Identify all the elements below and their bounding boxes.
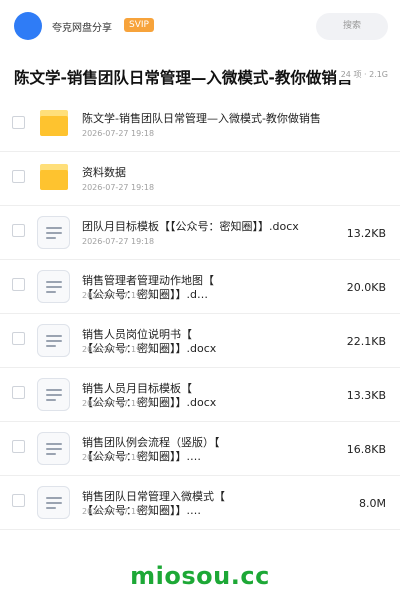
file-date: 2026-07-27 19:18 bbox=[82, 399, 155, 408]
file-list: 陈文学-销售团队日常管理—入微模式-教你做销售 2026-07-27 19:18… bbox=[0, 98, 400, 530]
page-title: 陈文学-销售团队日常管理—入微模式-教你做销售 bbox=[14, 69, 353, 87]
file-size: 8.0M bbox=[359, 497, 386, 510]
folder-title-row: 陈文学-销售团队日常管理—入微模式-教你做销售 24 项 · 2.1G bbox=[0, 58, 400, 98]
file-row-6[interactable]: 销售团队例会流程（竖版）【 【公众号：密知圈】】.… 2026-07-27 19… bbox=[0, 422, 400, 476]
header: 夸克网盘分享 SVIP 搜索 bbox=[0, 0, 400, 52]
row-checkbox[interactable] bbox=[12, 494, 25, 507]
file-row-2[interactable]: 团队月目标模板【【公众号：密知圈】】.docx 2026-07-27 19:18… bbox=[0, 206, 400, 260]
row-checkbox[interactable] bbox=[12, 170, 25, 183]
file-date: 2026-07-27 19:18 bbox=[82, 291, 155, 300]
file-row-4[interactable]: 销售人员岗位说明书【 【公众号：密知圈】】.docx 2026-07-27 19… bbox=[0, 314, 400, 368]
document-icon bbox=[37, 432, 70, 465]
file-size: 22.1KB bbox=[346, 335, 386, 348]
file-row-3[interactable]: 销售管理者管理动作地图【 【公众号：密知圈】】.d… 2026-07-27 19… bbox=[0, 260, 400, 314]
file-name: 资料数据 bbox=[82, 166, 126, 179]
file-size: 20.0KB bbox=[346, 281, 386, 294]
row-checkbox[interactable] bbox=[12, 332, 25, 345]
document-icon bbox=[37, 378, 70, 411]
file-date: 2026-07-27 19:18 bbox=[82, 183, 155, 192]
file-row-5[interactable]: 销售人员月目标模板【 【公众号：密知圈】】.docx 2026-07-27 19… bbox=[0, 368, 400, 422]
row-checkbox[interactable] bbox=[12, 386, 25, 399]
watermark: miosou.cc bbox=[130, 562, 270, 590]
folder-icon bbox=[40, 164, 68, 190]
row-checkbox[interactable] bbox=[12, 440, 25, 453]
row-checkbox[interactable] bbox=[12, 116, 25, 129]
app-name: 夸克网盘分享 bbox=[52, 23, 112, 34]
document-icon bbox=[37, 324, 70, 357]
document-icon bbox=[37, 270, 70, 303]
folder-icon bbox=[40, 110, 68, 136]
file-date: 2026-07-27 19:18 bbox=[82, 129, 155, 138]
file-name: 团队月目标模板【【公众号：密知圈】】.docx bbox=[82, 220, 299, 233]
folder-meta: 24 项 · 2.1G bbox=[336, 69, 388, 80]
file-date: 2026-07-27 19:18 bbox=[82, 507, 155, 516]
file-date: 2026-07-27 19:18 bbox=[82, 237, 155, 246]
avatar[interactable] bbox=[14, 12, 42, 40]
file-size: 13.2KB bbox=[346, 227, 386, 240]
search-input[interactable]: 搜索 bbox=[316, 13, 388, 40]
file-row-0[interactable]: 陈文学-销售团队日常管理—入微模式-教你做销售 2026-07-27 19:18 bbox=[0, 98, 400, 152]
document-icon bbox=[37, 216, 70, 249]
file-size: 16.8KB bbox=[346, 443, 386, 456]
row-checkbox[interactable] bbox=[12, 278, 25, 291]
file-date: 2026-07-27 19:18 bbox=[82, 453, 155, 462]
row-checkbox[interactable] bbox=[12, 224, 25, 237]
document-icon bbox=[37, 486, 70, 519]
file-date: 2026-07-27 19:18 bbox=[82, 345, 155, 354]
file-size: 13.3KB bbox=[346, 389, 386, 402]
file-name: 陈文学-销售团队日常管理—入微模式-教你做销售 bbox=[82, 112, 321, 125]
file-row-7[interactable]: 销售团队日常管理入微模式【 【公众号：密知圈】】.… 2026-07-27 19… bbox=[0, 476, 400, 530]
svip-badge: SVIP bbox=[124, 18, 154, 32]
file-row-1[interactable]: 资料数据 2026-07-27 19:18 bbox=[0, 152, 400, 206]
